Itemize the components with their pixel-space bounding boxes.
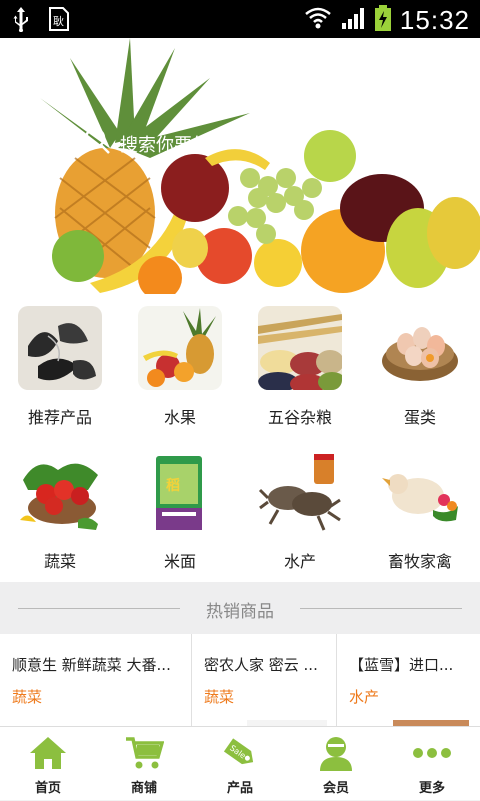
tab-label: 产品 [226,781,253,796]
category-fruit[interactable]: 水果 [120,294,240,438]
grains-thumb [258,306,342,390]
tab-label: 商铺 [130,781,157,796]
product-card[interactable]: 密农人家 密云 ... 蔬菜 [192,634,337,726]
category-label: 蔬菜 [43,552,76,571]
search-icon [82,126,112,161]
hot-sales-title: 热销商品 [206,602,274,622]
clock: 15:32 [399,4,470,35]
tab-label: 更多 [418,781,445,796]
product-category: 蔬菜 [204,688,235,706]
divider [300,608,462,609]
vegetables-thumb [18,450,102,534]
product-card[interactable]: 顺意生 新鲜蔬菜 大番... 蔬菜 [0,634,192,726]
category-eggs[interactable]: 蛋类 [360,294,480,438]
bottom-tab-bar: 首页 商铺 Sale 产品 会员 更多 [0,726,480,800]
fruit-illustration [40,38,480,294]
product-category: 蔬菜 [12,688,43,706]
sim-card-icon: 耿 [48,6,70,36]
category-aquatic[interactable]: 水产 [240,438,360,582]
tab-label: 会员 [322,781,349,796]
member-icon [316,735,356,771]
status-bar: 耿 15:32 [0,0,480,38]
battery-charging-icon [374,4,392,36]
crab-thumb [258,450,342,534]
more-dots-icon [412,735,452,771]
tab-products[interactable]: Sale 产品 [192,727,288,801]
category-vegetables[interactable]: 蔬菜 [0,438,120,582]
product-name: 密农人家 密云 ... [204,656,318,674]
product-category: 水产 [349,688,380,706]
product-name: 【蓝雪】进口... [349,656,454,674]
category-label: 五谷杂粮 [267,408,332,427]
svg-text:稻: 稻 [166,477,180,494]
category-rice-noodle[interactable]: 稻 米面 [120,438,240,582]
signal-icon [340,5,366,35]
category-label: 畜牧家禽 [387,552,452,571]
product-card[interactable]: 【蓝雪】进口... 水产 [337,634,480,726]
search-placeholder: 搜索你要的 [120,134,210,156]
rice-bag-thumb: 稻 [138,450,222,534]
category-label: 推荐产品 [27,408,92,427]
hot-sales-list: 顺意生 新鲜蔬菜 大番... 蔬菜 密农人家 密云 ... 蔬菜 【蓝雪】进口.… [0,634,480,726]
hero-banner[interactable]: 搜索你要的 [0,38,480,294]
category-grains[interactable]: 五谷杂粮 [240,294,360,438]
product-name: 顺意生 新鲜蔬菜 大番... [12,656,171,674]
wifi-icon [304,5,332,35]
search-bar[interactable]: 搜索你要的 [82,126,210,161]
sale-tag-icon: Sale [220,735,260,771]
tab-shop[interactable]: 商铺 [96,727,192,801]
category-label: 米面 [163,552,196,571]
category-poultry[interactable]: 畜牧家禽 [360,438,480,582]
svg-text:耿: 耿 [53,14,64,28]
usb-icon [12,6,30,36]
hot-sales-header: 热销商品 [0,582,480,634]
category-recommended[interactable]: 推荐产品 [0,294,120,438]
tab-more[interactable]: 更多 [384,727,480,801]
category-label: 蛋类 [403,408,436,427]
mushroom-thumb [18,306,102,390]
fruit-thumb [138,306,222,390]
tab-label: 首页 [34,781,61,796]
category-grid: 推荐产品 水果 五谷杂粮 蛋类 蔬菜 稻 米面 水产 畜牧家禽 [0,294,480,582]
eggs-thumb [378,306,462,390]
home-icon [28,735,68,771]
category-label: 水产 [283,552,316,571]
poultry-thumb [378,450,462,534]
cart-icon [124,735,165,771]
category-label: 水果 [163,408,196,427]
tab-member[interactable]: 会员 [288,727,384,801]
tab-home[interactable]: 首页 [0,727,96,801]
